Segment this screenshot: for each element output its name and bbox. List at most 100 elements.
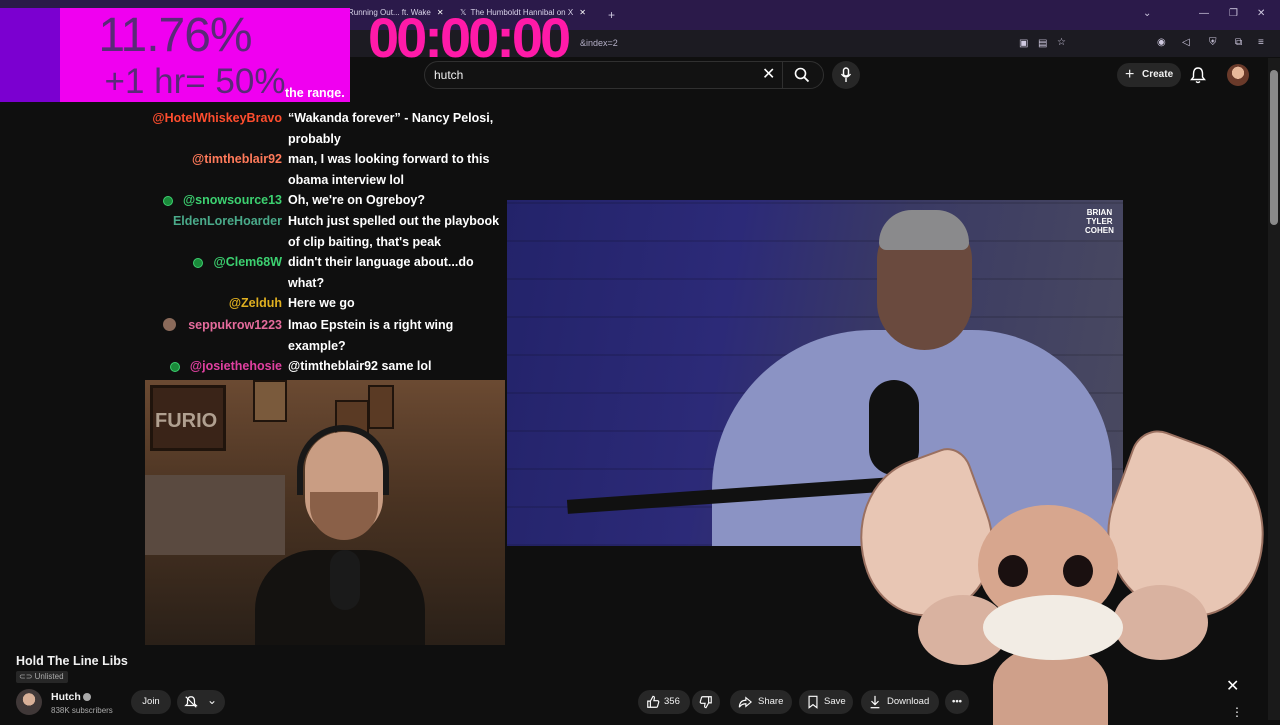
member-badge-icon — [163, 196, 173, 206]
extensions-icon[interactable]: ⧉ — [1235, 37, 1242, 48]
chat-username: @Clem68W — [213, 255, 282, 269]
channel-name[interactable]: Hutch — [51, 691, 81, 703]
chat-line: Hutch just spelled out the playbook — [288, 214, 500, 228]
window-close-icon[interactable]: ✕ — [1257, 8, 1265, 19]
url-text[interactable]: &index=2 — [580, 38, 618, 48]
chat-username: @timtheblair92 — [192, 152, 282, 166]
chat-message: Oh, we're on Ogreboy? — [288, 190, 503, 211]
notifications-button[interactable] — [1190, 66, 1206, 89]
dislike-button[interactable] — [692, 690, 720, 714]
reader-icon[interactable]: ▤ — [1038, 38, 1047, 49]
chat-partial-line: the range. — [285, 86, 345, 98]
tab-list-chevron-icon[interactable]: ⌄ — [1143, 8, 1151, 19]
create-label: Create — [1142, 69, 1174, 80]
watermark-line: TYLER — [1086, 217, 1113, 226]
overlay-purple-panel — [0, 8, 60, 102]
share-label: Share — [758, 696, 784, 707]
chat-line: didn't their language about...do — [288, 255, 474, 269]
goal-percent: 11.76% — [98, 9, 252, 62]
streamer-beard — [310, 492, 378, 540]
like-button[interactable]: 356 — [638, 690, 690, 714]
visibility-badge: ⊂⊃ Unlisted — [16, 671, 68, 683]
channel-avatar[interactable] — [16, 689, 42, 715]
chat-message: Here we go — [288, 293, 503, 314]
member-badge-icon — [170, 362, 180, 372]
guest-hair — [879, 210, 969, 250]
subscription-bell-button[interactable]: ⌄ — [177, 690, 225, 714]
more-horizontal-icon: ••• — [952, 696, 962, 707]
download-button[interactable]: Download — [861, 690, 939, 714]
speaker-icon[interactable]: ◁ — [1182, 37, 1190, 48]
chat-line: lmao Epstein is a right wing — [288, 318, 454, 332]
save-icon — [808, 695, 818, 709]
chat-line: probably — [288, 131, 341, 146]
new-tab-icon[interactable]: + — [608, 8, 615, 22]
chat-username: EldenLoreHoarder — [172, 214, 282, 228]
chat-line: Oh, we're on Ogreboy? — [288, 193, 426, 207]
share-icon — [738, 696, 752, 708]
search-input[interactable]: hutch — [434, 68, 463, 82]
scrollbar-thumb[interactable] — [1270, 70, 1278, 225]
video-title: Hold The Line Libs — [16, 654, 128, 668]
account-icon[interactable]: ◉ — [1157, 37, 1166, 48]
link-icon: ⊂⊃ — [19, 672, 35, 681]
more-actions-button[interactable]: ••• — [945, 690, 969, 714]
menu-icon[interactable]: ≡ — [1258, 37, 1264, 48]
plus-icon: + — [1125, 66, 1135, 83]
chat-line: “Wakanda forever” - Nancy Pelosi, — [288, 111, 494, 125]
chat-line: man, I was looking forward to this — [288, 152, 490, 166]
moth-mascot — [835, 422, 1280, 725]
close-panel-icon[interactable]: ✕ — [1226, 676, 1239, 696]
bell-off-icon — [184, 696, 198, 708]
member-badge-icon — [193, 258, 203, 268]
moth-ruff — [983, 595, 1123, 660]
chat-message: @timtheblair92 same lol — [288, 356, 503, 377]
chat-line: what? — [288, 275, 325, 290]
screenshot-icon[interactable]: ▣ — [1019, 38, 1028, 49]
share-button[interactable]: Share — [730, 690, 792, 714]
thumbs-up-icon — [647, 695, 660, 708]
restore-icon[interactable]: ❐ — [1229, 8, 1238, 19]
voice-search-button[interactable] — [832, 61, 860, 89]
chat-username: @HotelWhiskeyBravo — [152, 111, 282, 125]
bookmark-star-icon[interactable]: ☆ — [1057, 37, 1066, 48]
download-label: Download — [887, 696, 930, 707]
microphone-icon — [840, 67, 852, 82]
search-icon — [794, 67, 810, 83]
moth-eye — [998, 555, 1028, 587]
poster-text: FURIO — [155, 410, 218, 432]
verified-check-icon — [83, 693, 91, 701]
shield-icon[interactable]: ⛨ — [1209, 37, 1217, 48]
chat-username: seppukrow1223 — [188, 318, 282, 332]
save-button[interactable]: Save — [799, 690, 853, 714]
wall-poster: FURIO — [150, 385, 226, 451]
chat-line: obama interview lol — [288, 172, 405, 187]
chat-line: example? — [288, 338, 346, 353]
search-button[interactable] — [782, 61, 823, 89]
chat-message: Hutch just spelled out the playbook of cl… — [288, 211, 503, 252]
chat-message: man, I was looking forward to this obama … — [288, 149, 503, 190]
chat-username: @josiethehosie — [189, 359, 282, 373]
moth-eye — [1063, 555, 1093, 587]
more-vertical-icon[interactable]: ⋮ — [1231, 705, 1243, 719]
chat-username: @Zelduh — [228, 296, 282, 310]
chat-message: lmao Epstein is a right wing example? — [288, 315, 503, 356]
like-count: 356 — [664, 696, 680, 707]
download-icon — [870, 695, 880, 709]
chevron-down-icon: ⌄ — [207, 693, 218, 707]
wall-frame — [253, 380, 287, 422]
clear-search-icon[interactable]: ✕ — [762, 64, 775, 84]
user-avatar-icon — [163, 318, 176, 331]
chat-line: Here we go — [288, 296, 355, 310]
streamer-microphone — [330, 550, 360, 610]
chat-username: @snowsource13 — [182, 193, 282, 207]
visibility-label: Unlisted — [34, 672, 64, 681]
save-label: Save — [824, 696, 846, 707]
headphones — [297, 425, 389, 495]
watermark-line: COHEN — [1085, 226, 1114, 235]
minimize-icon[interactable]: — — [1199, 8, 1209, 19]
create-button[interactable]: + Create — [1117, 63, 1181, 87]
account-avatar[interactable] — [1227, 64, 1249, 86]
join-button[interactable]: Join — [131, 690, 171, 714]
tab-close-icon[interactable]: ✕ — [579, 8, 586, 17]
